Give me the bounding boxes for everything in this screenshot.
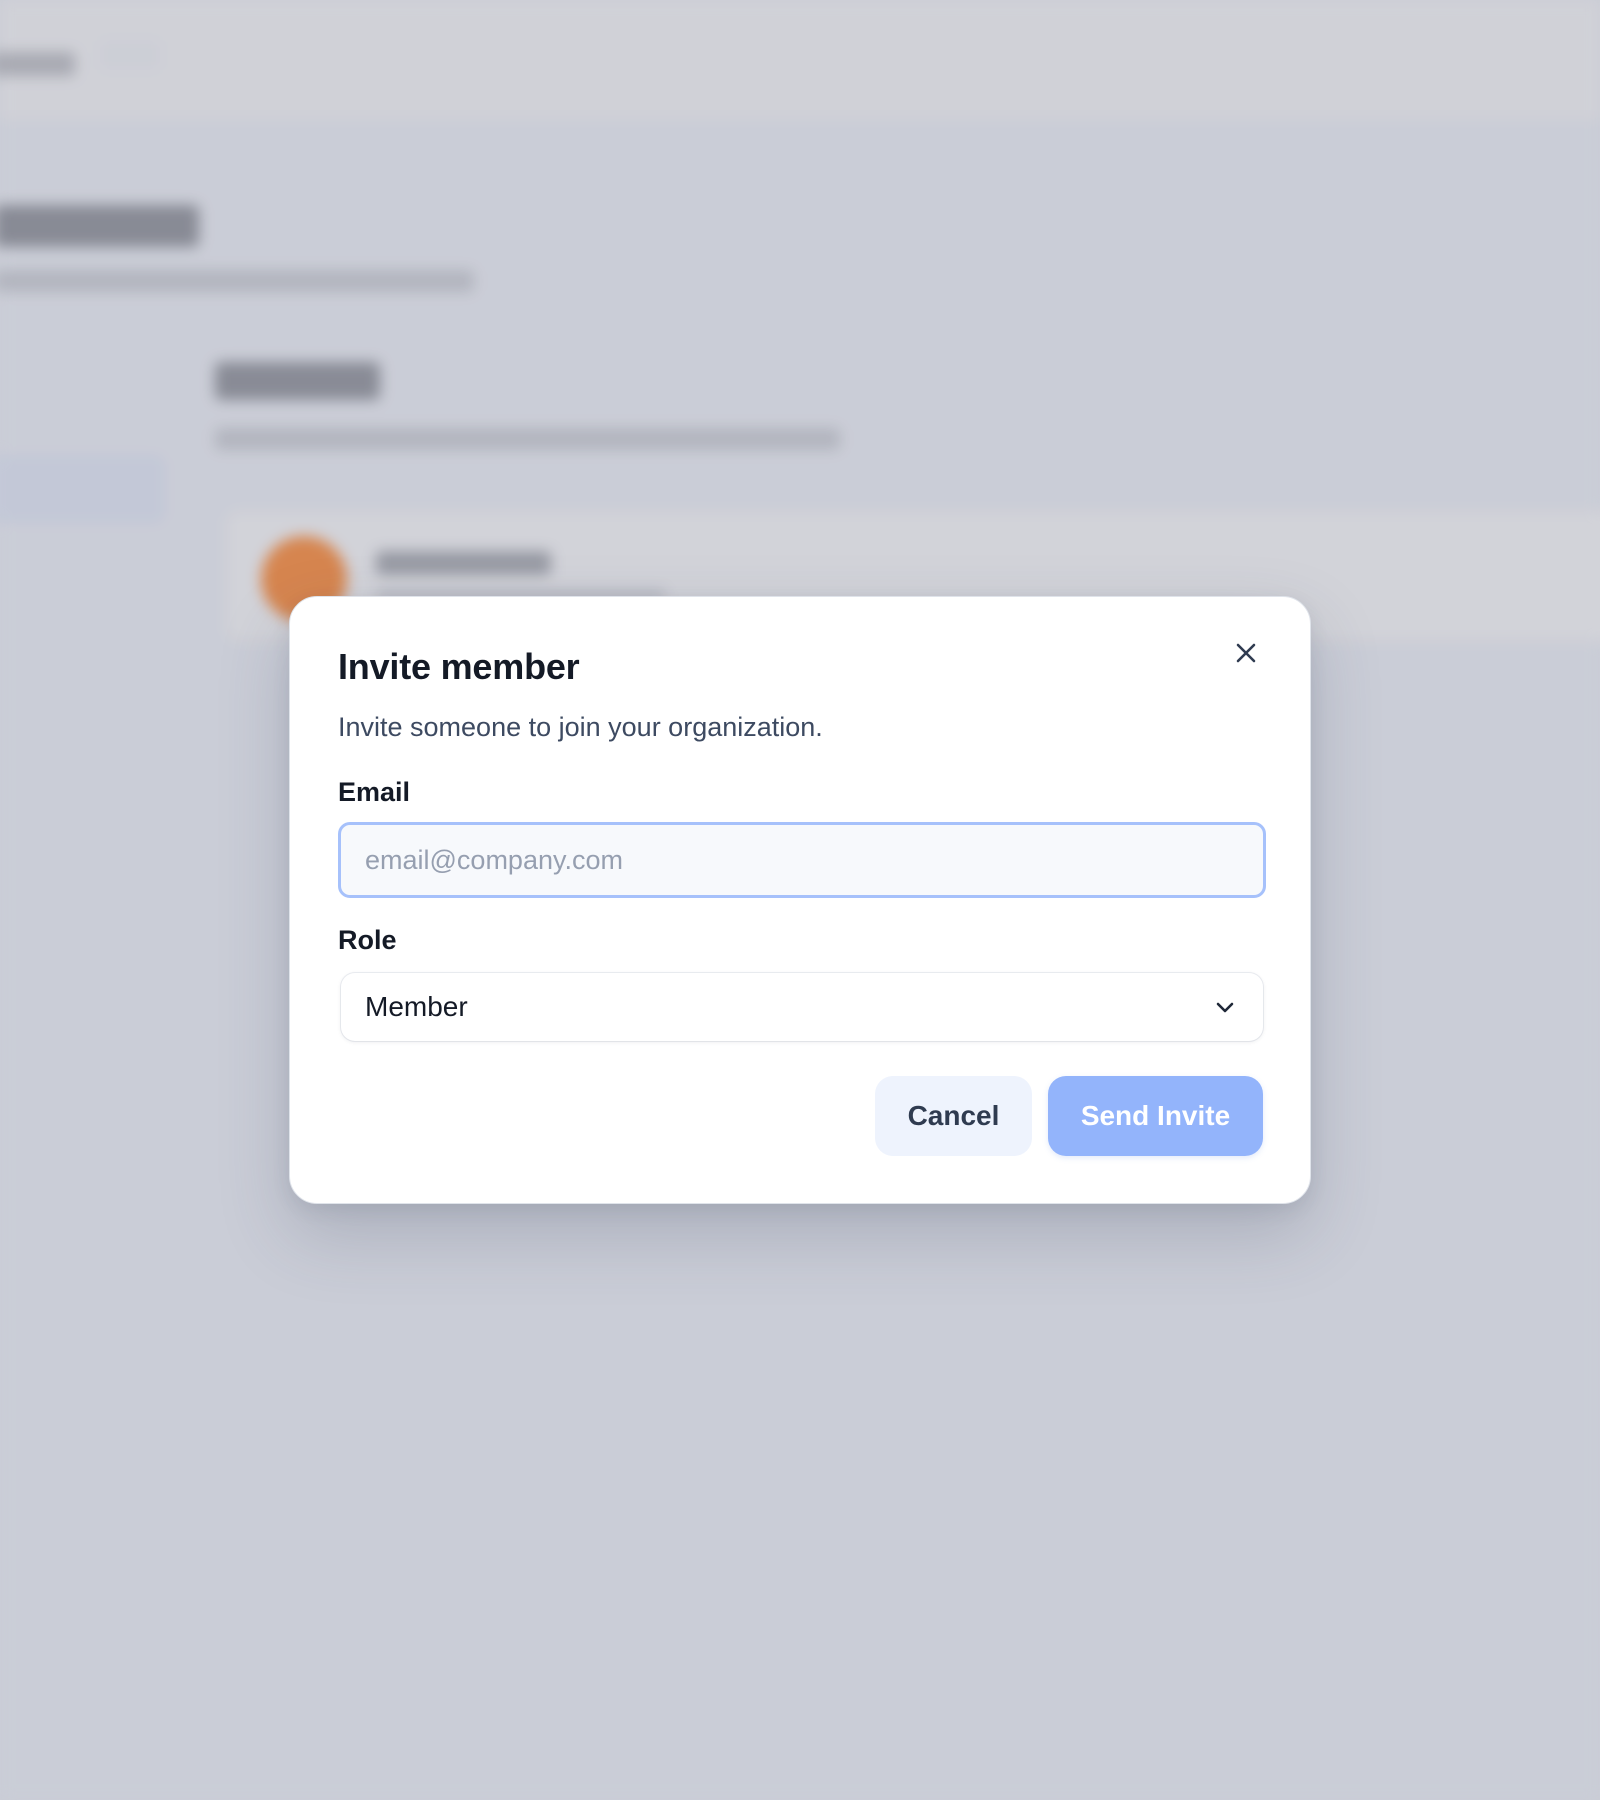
send-invite-button[interactable]: Send Invite (1048, 1076, 1263, 1156)
dialog-title: Invite member (338, 646, 580, 687)
invite-member-dialog: Invite member Invite someone to join you… (289, 596, 1311, 1204)
email-label: Email (338, 777, 411, 807)
cancel-button[interactable]: Cancel (875, 1076, 1032, 1156)
role-label: Role (338, 925, 397, 955)
dialog-description: Invite someone to join your organization… (338, 712, 823, 742)
close-button[interactable] (1228, 635, 1264, 671)
close-icon (1236, 643, 1256, 663)
email-input[interactable] (338, 822, 1266, 898)
chevron-down-icon (1211, 993, 1239, 1021)
role-select[interactable]: Member (341, 973, 1263, 1041)
role-selected-value: Member (365, 991, 468, 1022)
